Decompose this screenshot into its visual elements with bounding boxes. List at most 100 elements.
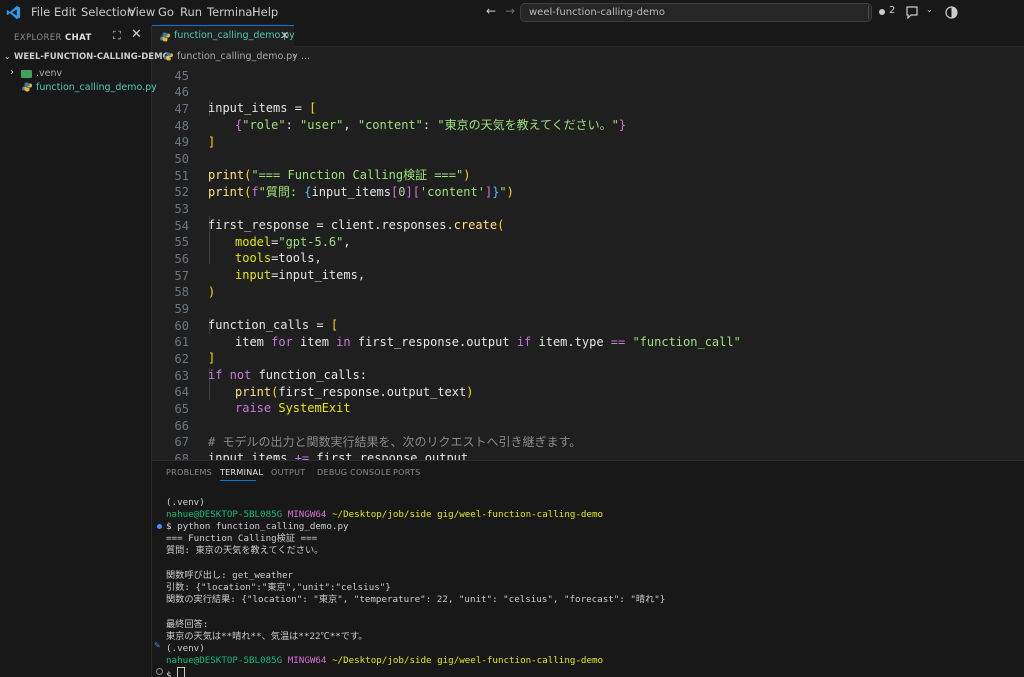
code-line: 63 print(first_response.output_text) — [152, 368, 474, 399]
code-token: input_items — [278, 268, 358, 282]
code-token: += — [287, 451, 317, 460]
active-tab-indicator — [220, 480, 256, 481]
menu-file[interactable]: File — [31, 0, 50, 25]
code-token: "gpt-5.6" — [278, 235, 344, 249]
code-line: 62 if not function_calls: — [152, 351, 367, 382]
maximize-icon[interactable]: ⛶ — [113, 29, 121, 43]
menu-edit[interactable]: Edit — [54, 0, 76, 25]
tab-output[interactable]: OUTPUT — [271, 468, 305, 477]
menu-go[interactable]: Go — [158, 0, 174, 25]
menu-help[interactable]: Help — [252, 0, 278, 25]
python-icon — [22, 82, 32, 92]
code-token: { — [304, 185, 312, 199]
code-token: , — [343, 235, 351, 249]
bottom-panel: PROBLEMS TERMINAL OUTPUT DEBUG CONSOLE P… — [152, 460, 1024, 677]
code-token: "=== Function Calling検証 ===" — [251, 168, 464, 182]
code-token: if — [208, 368, 223, 382]
badge-count[interactable]: 2 — [889, 5, 895, 16]
terminal-line: === Function Calling検証 === — [166, 533, 318, 544]
tab-explorer[interactable]: EXPLORER — [14, 33, 62, 43]
close-icon[interactable]: ✕ — [280, 29, 289, 42]
back-arrow-icon[interactable]: ← — [486, 4, 496, 18]
code-token: "role" — [242, 118, 286, 132]
code-token: " — [499, 185, 507, 199]
terminal-path: ~/Desktop/job/side gig/weel-function-cal… — [332, 655, 604, 666]
chat-icon[interactable] — [905, 6, 919, 19]
tab-function-calling-demo[interactable]: function_calling_demo.py ✕ — [152, 25, 295, 47]
code-line: 48 ] — [152, 118, 216, 149]
tab-ports[interactable]: PORTS — [393, 468, 421, 477]
code-line: 66 # モデルの出力と関数実行結果を、次のリクエストへ引き継ぎます。 — [152, 418, 582, 449]
command-decoration-icon[interactable] — [157, 524, 162, 529]
code-token: first_response — [316, 451, 418, 460]
command-center-search[interactable]: weel-function-calling-demo — [520, 3, 872, 22]
menu-run[interactable]: Run — [180, 0, 202, 25]
code-token: ) — [506, 185, 514, 199]
code-token: for — [263, 335, 301, 349]
terminal-input-line[interactable]: $ — [166, 667, 186, 677]
line-number: 48 — [174, 119, 189, 133]
line-number: 52 — [174, 185, 189, 199]
chevron-down-icon[interactable]: ⌄ — [4, 52, 11, 61]
code-token: ][ — [405, 185, 420, 199]
explorer-root-folder[interactable]: WEEL-FUNCTION-CALLING-DEMO — [14, 52, 170, 62]
tab-problems[interactable]: PROBLEMS — [166, 468, 212, 477]
tab-chat[interactable]: CHAT — [65, 33, 92, 43]
line-number: 60 — [174, 319, 189, 333]
code-token: , — [343, 118, 358, 132]
line-number: 65 — [174, 402, 189, 416]
vscode-logo-icon[interactable] — [6, 5, 21, 20]
code-line: 60 item for item in first_response. outpu… — [152, 318, 741, 349]
code-token: = — [309, 318, 331, 332]
code-token: , — [357, 268, 366, 282]
terminal-line: 東京の天気は**晴れ**、気温は**22℃**です。 — [166, 631, 368, 642]
code-token: in — [328, 335, 358, 349]
menu-terminal[interactable]: Terminal — [207, 0, 256, 25]
tree-item-function-calling-demo[interactable]: function_calling_demo.py — [36, 82, 157, 93]
line-number: 54 — [174, 219, 189, 233]
terminal-path: ~/Desktop/job/side gig/weel-function-cal… — [332, 509, 604, 520]
code-token: "content" — [357, 118, 423, 132]
code-token: = — [309, 218, 331, 232]
breadcrumb-file[interactable]: function_calling_demo.py — [177, 48, 298, 65]
line-number: 50 — [174, 152, 189, 166]
close-icon[interactable]: ✕ — [131, 27, 142, 42]
line-number: 61 — [174, 335, 189, 349]
forward-arrow-icon[interactable]: → — [505, 4, 515, 18]
terminal[interactable]: (.venv) nahue@DESKTOP-5BL085G MINGW64 ~/… — [152, 491, 1024, 677]
terminal-prompt: $ — [166, 670, 178, 677]
line-number: 68 — [174, 452, 189, 460]
code-token: } — [618, 118, 627, 132]
accounts-icon[interactable] — [945, 6, 958, 19]
line-number: 56 — [174, 252, 189, 266]
sparkle-icon[interactable]: ✎ — [154, 641, 161, 650]
code-line: 51 print(f"質問: {input_items[0]['content'… — [152, 168, 514, 199]
code-editor[interactable]: 45 46 input_items = [ 47 {"role": "user"… — [152, 68, 1024, 460]
code-token: responses — [381, 218, 447, 232]
code-token: = — [287, 101, 310, 115]
code-token: . — [567, 335, 575, 349]
tab-debug-console[interactable]: DEBUG CONSOLE — [317, 468, 391, 477]
terminal-prompt-line: nahue@DESKTOP-5BL085G MINGW64 ~/Desktop/… — [166, 509, 603, 521]
line-number: 57 — [174, 269, 189, 283]
line-number: 62 — [174, 352, 189, 366]
tree-item-venv[interactable]: .venv — [36, 68, 62, 79]
line-number: 55 — [174, 235, 189, 249]
code-token: first_response — [208, 218, 310, 232]
chevron-right-icon[interactable]: › — [10, 67, 14, 78]
code-token: . — [379, 385, 387, 399]
breadcrumb-more[interactable]: ... — [301, 48, 310, 65]
tab-terminal[interactable]: TERMINAL — [220, 468, 263, 477]
line-number: 64 — [174, 385, 189, 399]
code-token: "user" — [300, 118, 344, 132]
terminal-line: 関数の実行結果: {"location": "東京", "temperature… — [166, 594, 666, 605]
menu-view[interactable]: View — [128, 0, 155, 25]
chevron-down-icon[interactable]: ⌄ — [926, 5, 933, 14]
menu-selection[interactable]: Selection — [81, 0, 134, 25]
code-token: input_items — [208, 101, 288, 115]
code-token: "function_call" — [632, 335, 741, 349]
code-token: function_calls — [258, 368, 360, 382]
code-line: 46 input_items = [ — [152, 84, 317, 115]
terminal-line: 最終回答: — [166, 619, 209, 630]
code-token: f — [251, 185, 259, 199]
